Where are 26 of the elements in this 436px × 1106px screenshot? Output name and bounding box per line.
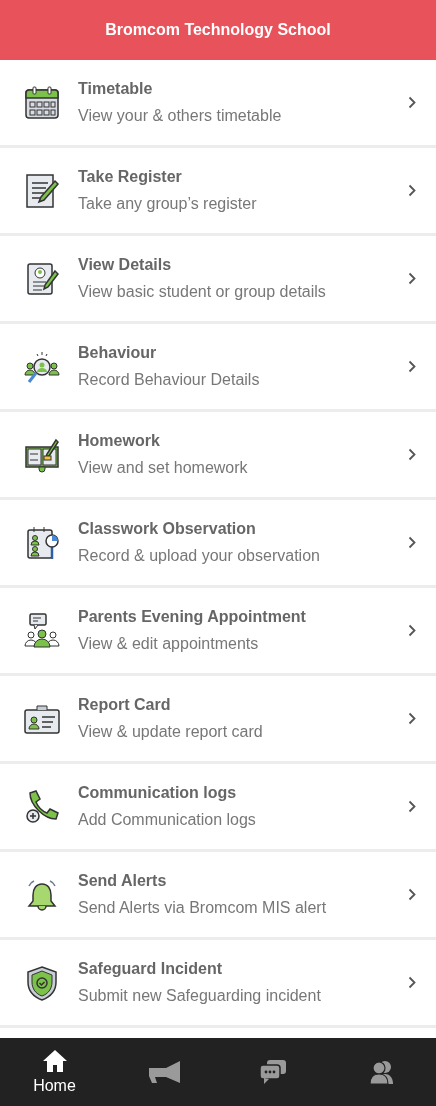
school-title: Bromcom Technology School — [105, 21, 331, 39]
nav-tab[interactable]: Home — [0, 1038, 109, 1106]
chevron-icon — [408, 360, 416, 373]
chevron-icon — [408, 96, 416, 109]
clipboard-chart-icon — [24, 524, 60, 561]
calendar-icon — [24, 84, 60, 121]
profile-pencil-icon — [24, 260, 60, 297]
chevron-icon — [408, 712, 416, 725]
people-icon — [368, 1059, 395, 1085]
shield-check-icon — [25, 964, 59, 1001]
document-pencil-icon — [24, 171, 60, 210]
chevron-icon — [408, 448, 416, 461]
chevron-icon — [408, 272, 416, 285]
book-pencil-icon — [24, 436, 60, 473]
megaphone-icon — [146, 1060, 181, 1084]
chevron-icon — [408, 184, 416, 197]
chevron-icon — [408, 888, 416, 901]
phone-plus-icon — [24, 788, 60, 825]
chevron-icon — [408, 536, 416, 549]
chevron-icon — [408, 800, 416, 813]
chevron-icon — [408, 976, 416, 989]
chat-bubbles-icon — [258, 1059, 287, 1085]
id-card-icon — [23, 702, 61, 735]
home-icon — [41, 1049, 68, 1073]
chevron-icon — [408, 624, 416, 637]
group-chat-icon — [24, 611, 60, 650]
